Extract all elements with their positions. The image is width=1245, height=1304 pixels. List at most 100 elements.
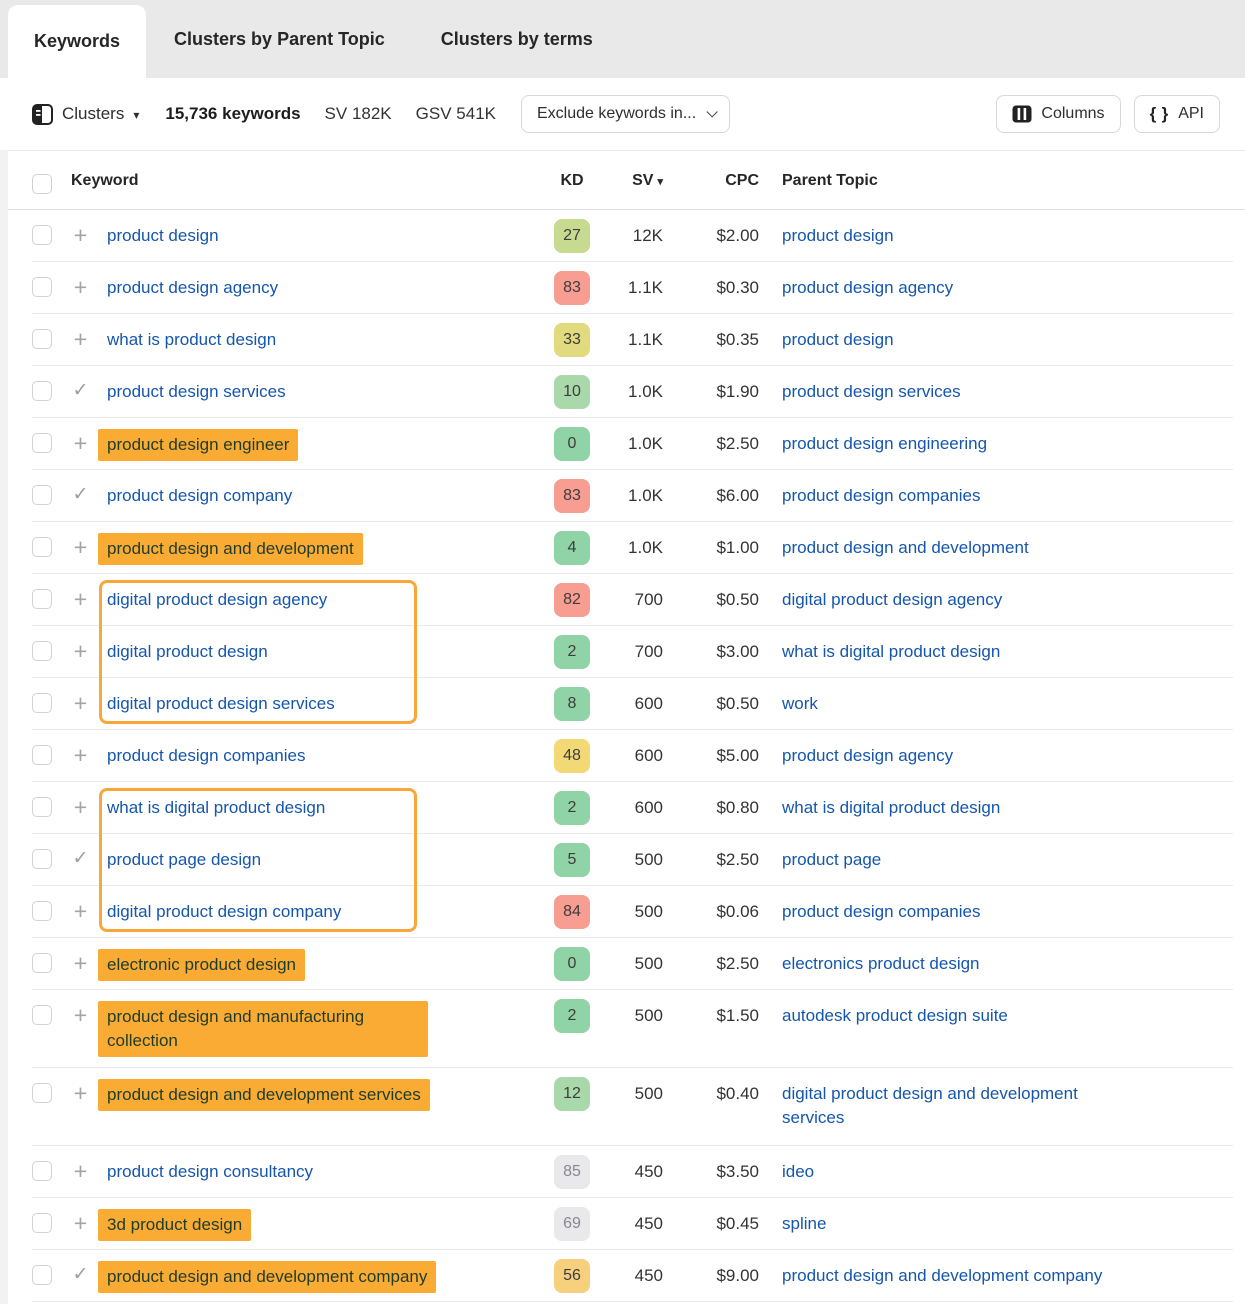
keyword-link[interactable]: product design consultancy <box>107 1162 313 1181</box>
keyword-link[interactable]: product design and manufacturing collect… <box>98 1001 428 1057</box>
check-icon[interactable]: ✓ <box>54 484 107 506</box>
kd-badge: 56 <box>554 1259 590 1293</box>
exclude-keywords-button[interactable]: Exclude keywords in... <box>521 95 730 133</box>
parent-topic-link[interactable]: product design and development <box>782 536 1029 560</box>
keyword-link[interactable]: product design agency <box>107 278 278 297</box>
table-row: ✓ product design and development company… <box>0 1250 1245 1302</box>
row-checkbox[interactable] <box>32 953 52 973</box>
keyword-link[interactable]: electronic product design <box>98 949 305 981</box>
row-checkbox[interactable] <box>32 1161 52 1181</box>
cpc-value: $3.00 <box>663 626 759 664</box>
plus-icon[interactable]: + <box>54 796 107 818</box>
parent-topic-link[interactable]: digital product design agency <box>782 588 1002 612</box>
row-checkbox[interactable] <box>32 797 52 817</box>
row-checkbox[interactable] <box>32 641 52 661</box>
row-checkbox[interactable] <box>32 381 52 401</box>
api-button[interactable]: { } API <box>1134 95 1220 133</box>
plus-icon[interactable]: + <box>54 692 107 714</box>
keyword-link[interactable]: product design companies <box>107 746 305 765</box>
row-checkbox[interactable] <box>32 277 52 297</box>
parent-topic-link[interactable]: product design and development company <box>782 1264 1102 1288</box>
sv-value: 600 <box>607 730 663 768</box>
parent-topic-link[interactable]: ideo <box>782 1160 814 1184</box>
select-all-checkbox[interactable] <box>32 174 52 194</box>
parent-topic-link[interactable]: spline <box>782 1212 826 1236</box>
row-checkbox[interactable] <box>32 1213 52 1233</box>
sv-value: 1.0K <box>607 470 663 508</box>
plus-icon[interactable]: + <box>54 224 107 246</box>
row-checkbox[interactable] <box>32 1265 52 1285</box>
parent-topic-link[interactable]: product design companies <box>782 484 980 508</box>
table-row: + product design companies 48 600 $5.00 … <box>0 730 1245 782</box>
keyword-link[interactable]: digital product design services <box>107 694 335 713</box>
parent-topic-link[interactable]: product design agency <box>782 744 953 768</box>
plus-icon[interactable]: + <box>54 900 107 922</box>
parent-topic-link[interactable]: what is digital product design <box>782 796 1000 820</box>
sv-value: 1.0K <box>607 418 663 456</box>
cpc-value: $0.40 <box>663 1068 759 1106</box>
kd-badge: 0 <box>554 427 590 461</box>
keyword-link[interactable]: product design and development company <box>98 1261 436 1293</box>
tab-keywords[interactable]: Keywords <box>8 5 146 78</box>
plus-icon[interactable]: + <box>54 276 107 298</box>
parent-topic-link[interactable]: autodesk product design suite <box>782 1004 1008 1028</box>
row-checkbox[interactable] <box>32 485 52 505</box>
kd-badge: 8 <box>554 687 590 721</box>
keyword-link[interactable]: product page design <box>107 850 261 869</box>
keyword-link[interactable]: product design and development services <box>98 1079 430 1111</box>
check-icon[interactable]: ✓ <box>54 380 107 402</box>
row-checkbox[interactable] <box>32 433 52 453</box>
tab-clusters-by-terms[interactable]: Clusters by terms <box>413 0 621 78</box>
parent-topic-link[interactable]: product design <box>782 224 894 248</box>
keyword-link[interactable]: product design <box>107 226 219 245</box>
parent-topic-link[interactable]: product design agency <box>782 276 953 300</box>
row-checkbox[interactable] <box>32 693 52 713</box>
keyword-link[interactable]: 3d product design <box>98 1209 251 1241</box>
row-checkbox[interactable] <box>32 849 52 869</box>
plus-icon[interactable]: + <box>54 744 107 766</box>
row-checkbox[interactable] <box>32 537 52 557</box>
check-icon[interactable]: ✓ <box>54 848 107 870</box>
row-checkbox[interactable] <box>32 1083 52 1103</box>
plus-icon[interactable]: + <box>54 588 107 610</box>
parent-topic-link[interactable]: product design services <box>782 380 961 404</box>
header-sv[interactable]: SV▾ <box>607 151 663 190</box>
clusters-view-dropdown[interactable]: Clusters ▾ <box>32 104 139 125</box>
parent-topic-link[interactable]: product page <box>782 848 881 872</box>
parent-topic-link[interactable]: what is digital product design <box>782 640 1000 664</box>
row-checkbox[interactable] <box>32 1005 52 1025</box>
row-checkbox[interactable] <box>32 901 52 921</box>
keyword-link[interactable]: digital product design <box>107 642 268 661</box>
keyword-link[interactable]: product design company <box>107 486 292 505</box>
parent-topic-link[interactable]: product design companies <box>782 900 980 924</box>
row-checkbox[interactable] <box>32 589 52 609</box>
table-row: + digital product design services 8 600 … <box>0 678 1245 730</box>
keyword-link[interactable]: what is product design <box>107 330 276 349</box>
keyword-link[interactable]: product design and development <box>98 533 363 565</box>
table-row: ✓ product design company 83 1.0K $6.00 p… <box>0 470 1245 522</box>
header-cpc[interactable]: CPC <box>663 151 759 190</box>
header-kd[interactable]: KD <box>537 151 607 190</box>
parent-topic-link[interactable]: product design engineering <box>782 432 987 456</box>
keyword-link[interactable]: digital product design company <box>107 902 341 921</box>
keyword-link[interactable]: product design engineer <box>98 429 298 461</box>
row-checkbox[interactable] <box>32 745 52 765</box>
row-checkbox[interactable] <box>32 225 52 245</box>
columns-button[interactable]: Columns <box>996 95 1120 133</box>
parent-topic-link[interactable]: work <box>782 692 818 716</box>
keyword-link[interactable]: what is digital product design <box>107 798 325 817</box>
kd-badge: 82 <box>554 583 590 617</box>
sv-value: 1.1K <box>607 262 663 300</box>
tab-clusters-by-parent-topic[interactable]: Clusters by Parent Topic <box>146 0 413 78</box>
plus-icon[interactable]: + <box>54 1160 107 1182</box>
plus-icon[interactable]: + <box>54 640 107 662</box>
cpc-value: $1.00 <box>663 522 759 560</box>
parent-topic-link[interactable]: product design <box>782 328 894 352</box>
keyword-link[interactable]: digital product design agency <box>107 590 327 609</box>
plus-icon[interactable]: + <box>54 328 107 350</box>
header-parent-topic[interactable]: Parent Topic <box>759 151 1213 190</box>
parent-topic-link[interactable]: digital product design and development s… <box>782 1082 1142 1130</box>
parent-topic-link[interactable]: electronics product design <box>782 952 980 976</box>
keyword-link[interactable]: product design services <box>107 382 286 401</box>
row-checkbox[interactable] <box>32 329 52 349</box>
